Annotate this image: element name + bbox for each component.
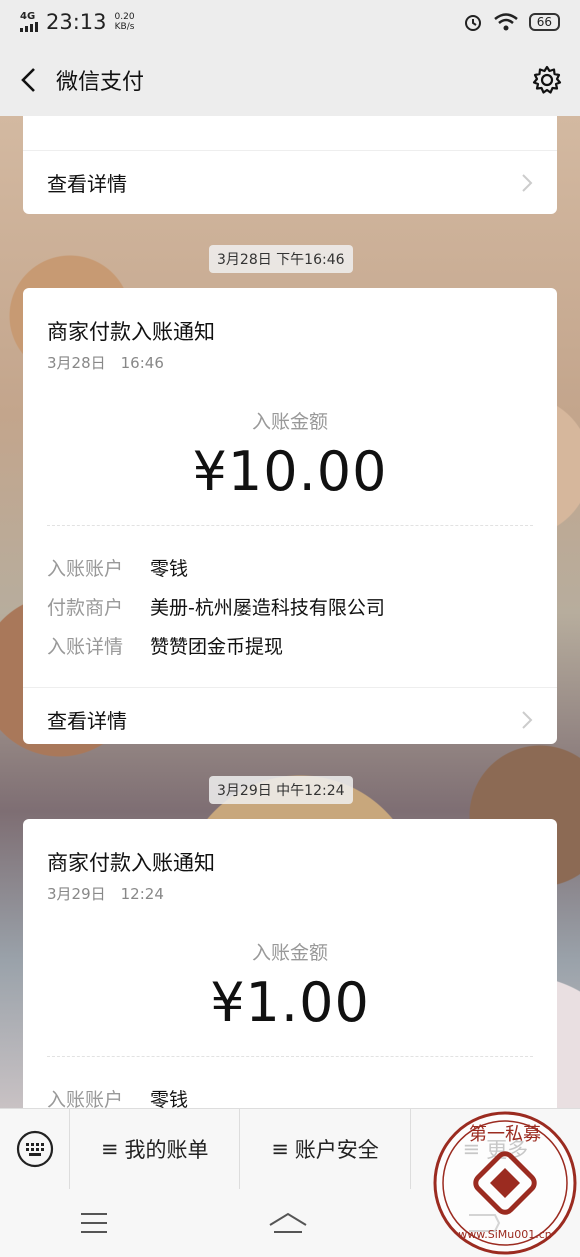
clock: 23:13 xyxy=(46,10,107,34)
page-title: 微信支付 xyxy=(56,70,145,95)
amount-value: ¥10.00 xyxy=(192,440,388,503)
recent-apps-icon[interactable] xyxy=(79,1211,109,1235)
network-type: 4G xyxy=(20,11,36,22)
battery-indicator: 66 xyxy=(528,13,560,31)
alarm-icon xyxy=(464,15,481,31)
amount-label: 入账金额 xyxy=(251,411,328,433)
info-row: 付款商户 美册-杭州屡造科技有限公司 xyxy=(47,597,385,619)
card-date: 3月29日 12:24 xyxy=(47,885,164,903)
network-speed: 0.20 KB/s xyxy=(114,12,135,32)
amount-label: 入账金额 xyxy=(251,942,328,964)
wifi-icon xyxy=(493,13,518,31)
back-arrow-icon[interactable] xyxy=(18,66,38,94)
watermark-text-bottom: www.SiMu001.cn xyxy=(458,1228,552,1241)
chevron-right-icon xyxy=(522,173,533,192)
view-details-button[interactable]: 查看详情 xyxy=(23,150,557,214)
watermark-stamp: 第一私募 www.SiMu001.cn xyxy=(433,1111,577,1255)
keyboard-toggle-button[interactable] xyxy=(0,1108,70,1190)
notification-card: 商家付款入账通知 3月29日 12:24 入账金额 ¥1.00 入账账户 零钱 xyxy=(23,819,557,1119)
view-details-button[interactable]: 查看详情 xyxy=(23,687,557,744)
navigation-bar: 微信支付 xyxy=(0,44,580,116)
message-timestamp: 3月28日 下午16:46 xyxy=(209,245,353,273)
status-bar: 4G 23:13 0.20 KB/s 66 xyxy=(0,0,580,44)
card-title: 商家付款入账通知 xyxy=(47,320,215,344)
info-row: 入账详情 赞赞团金币提现 xyxy=(47,636,284,658)
info-row: 入账账户 零钱 xyxy=(47,558,189,580)
menu-my-bills[interactable]: ≡ 我的账单 xyxy=(70,1108,241,1190)
card-date: 3月28日 16:46 xyxy=(47,354,164,372)
notification-card: 商家付款入账通知 3月28日 16:46 入账金额 ¥10.00 入账账户 零钱 … xyxy=(23,288,557,744)
menu-icon: ≡ xyxy=(100,1137,119,1161)
chevron-right-icon xyxy=(522,710,533,729)
signal-icon: 4G xyxy=(20,12,38,32)
notification-card-previous: 查看详情 xyxy=(23,116,557,214)
keyboard-icon xyxy=(16,1130,53,1168)
message-timestamp: 3月29日 中午12:24 xyxy=(209,776,353,804)
menu-account-security[interactable]: ≡ 账户安全 xyxy=(240,1108,411,1190)
gear-icon[interactable] xyxy=(532,65,562,95)
home-icon[interactable] xyxy=(268,1211,308,1235)
amount-value: ¥1.00 xyxy=(210,971,370,1034)
card-title: 商家付款入账通知 xyxy=(47,851,215,875)
menu-icon: ≡ xyxy=(271,1137,289,1161)
watermark-text-top: 第一私募 xyxy=(469,1124,541,1145)
